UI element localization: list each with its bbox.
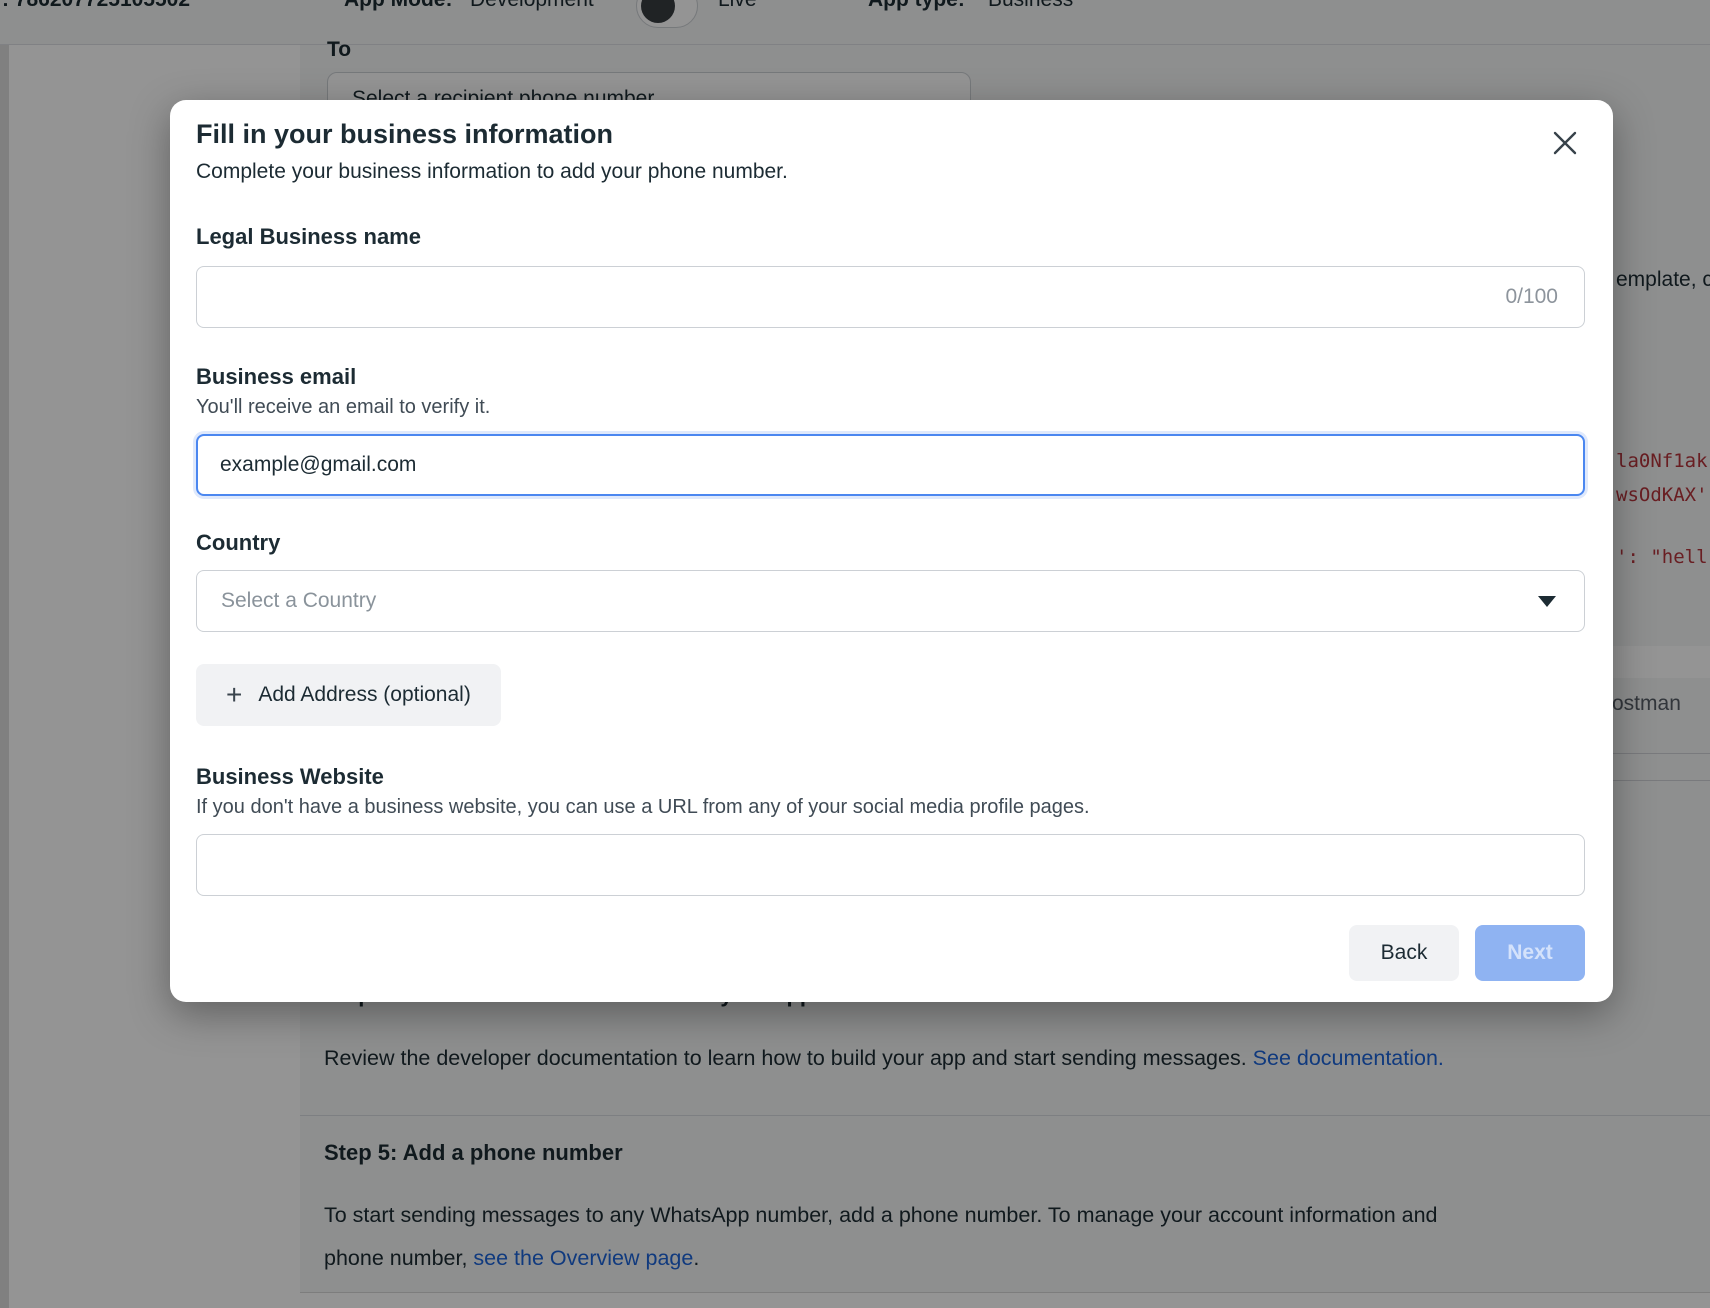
- website-helper: If you don't have a business website, yo…: [196, 796, 1090, 819]
- email-helper: You'll receive an email to verify it.: [196, 396, 490, 419]
- website-label: Business Website: [196, 764, 384, 790]
- country-label: Country: [196, 530, 280, 556]
- email-label: Business email: [196, 364, 356, 390]
- next-button[interactable]: Next: [1475, 925, 1585, 981]
- dialog-footer: Back Next: [1349, 925, 1585, 981]
- dialog-title: Fill in your business information: [196, 114, 613, 154]
- email-field: [196, 434, 1585, 496]
- country-select-placeholder: Select a Country: [197, 589, 376, 613]
- add-address-label: Add Address (optional): [258, 683, 470, 707]
- legal-name-field: 0/100: [196, 266, 1585, 328]
- business-info-dialog: Fill in your business information Comple…: [170, 100, 1613, 1002]
- close-icon: [1550, 128, 1580, 161]
- screen: : 786207725105502 App Mode: Development …: [0, 0, 1710, 1308]
- add-address-button[interactable]: + Add Address (optional): [196, 664, 501, 726]
- close-button[interactable]: [1547, 126, 1583, 162]
- legal-name-input[interactable]: [197, 267, 1505, 327]
- back-button[interactable]: Back: [1349, 925, 1459, 981]
- email-input[interactable]: [198, 436, 1583, 494]
- dialog-subtitle: Complete your business information to ad…: [196, 156, 788, 188]
- website-field: [196, 834, 1585, 896]
- website-input[interactable]: [197, 835, 1584, 895]
- char-counter: 0/100: [1505, 285, 1584, 309]
- chevron-down-icon: [1538, 596, 1556, 607]
- country-select[interactable]: Select a Country: [196, 570, 1585, 632]
- legal-name-label: Legal Business name: [196, 224, 421, 250]
- plus-icon: +: [226, 681, 242, 709]
